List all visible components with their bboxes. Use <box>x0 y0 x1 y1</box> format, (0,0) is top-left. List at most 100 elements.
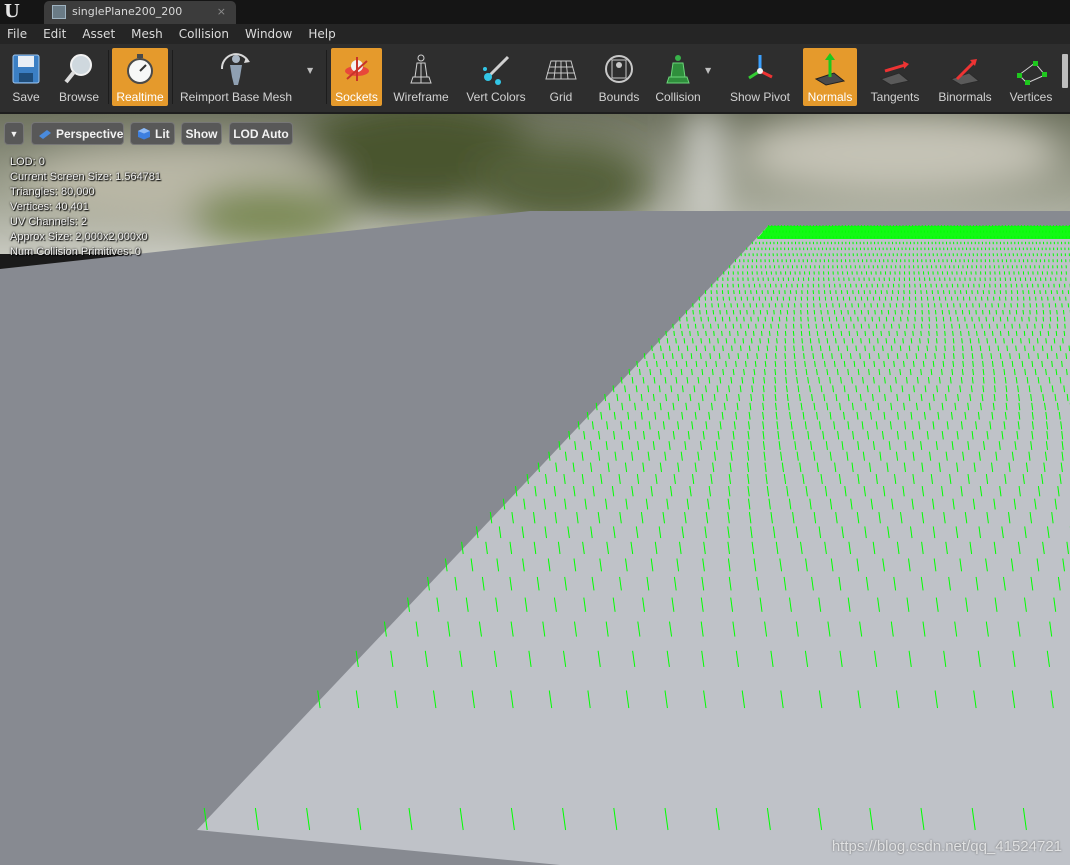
grid-button[interactable]: Grid <box>538 48 584 106</box>
menu-help[interactable]: Help <box>300 24 343 44</box>
normal-line <box>948 309 950 315</box>
show-pivot-button[interactable]: Show Pivot <box>726 48 794 106</box>
normal-line <box>728 316 731 322</box>
toolbar-overflow-handle[interactable] <box>1062 54 1068 88</box>
show-button[interactable]: Show <box>181 122 222 145</box>
menu-mesh[interactable]: Mesh <box>123 24 171 44</box>
normal-line <box>700 338 702 344</box>
lod-auto-button[interactable]: LOD Auto <box>229 122 293 145</box>
normal-line <box>673 330 675 336</box>
perspective-icon <box>39 130 51 139</box>
normal-line <box>903 360 905 367</box>
normal-line <box>838 323 840 329</box>
normal-line <box>775 345 778 352</box>
normal-line <box>704 345 707 352</box>
normal-line <box>1031 360 1034 367</box>
normal-line <box>1015 345 1017 352</box>
normal-line <box>905 323 908 329</box>
asset-tab[interactable]: singlePlane200_200 × <box>44 1 236 24</box>
normal-line <box>994 338 997 344</box>
normal-line <box>1026 323 1028 329</box>
normal-line <box>1003 338 1005 344</box>
normals-button[interactable]: Normals <box>803 48 857 106</box>
normal-line <box>894 309 896 315</box>
normal-line <box>671 353 674 359</box>
normal-line <box>1024 345 1026 352</box>
normal-line <box>689 330 691 336</box>
close-tab-icon[interactable]: × <box>217 5 226 18</box>
collision-button[interactable]: Collision <box>651 48 705 106</box>
normal-line <box>921 323 923 329</box>
magnifier-icon <box>64 54 92 84</box>
sockets-button[interactable]: Sockets <box>331 48 382 106</box>
normal-line <box>649 368 652 376</box>
viewport-options-button[interactable]: ▼ <box>4 122 24 145</box>
normal-line <box>701 368 704 376</box>
normal-line <box>1041 360 1043 367</box>
normal-line <box>952 338 955 344</box>
tangents-button[interactable]: Tangents <box>865 48 925 106</box>
normal-line <box>840 330 843 336</box>
vert-colors-button[interactable]: Vert Colors <box>460 48 532 106</box>
normal-line <box>668 345 671 352</box>
reimport-dropdown-icon[interactable]: ▼ <box>307 66 317 76</box>
normal-line <box>793 345 795 352</box>
normal-line <box>686 345 689 352</box>
normal-line <box>857 368 860 376</box>
normal-line <box>784 330 787 336</box>
normal-line <box>953 353 955 359</box>
normal-line <box>681 353 683 359</box>
normal-line <box>692 309 694 315</box>
collision-dropdown-icon[interactable]: ▼ <box>705 66 715 76</box>
realtime-button[interactable]: Realtime <box>112 48 168 106</box>
menu-edit[interactable]: Edit <box>35 24 74 44</box>
normal-line <box>717 338 719 344</box>
normal-line <box>1003 323 1006 329</box>
perspective-button[interactable]: Perspective <box>31 122 124 145</box>
normal-line <box>725 360 727 367</box>
normal-line <box>1006 345 1008 352</box>
viewport[interactable]: ▼ Perspective Lit Show LOD Auto LOD: 0 C… <box>0 114 1070 865</box>
normal-line <box>639 368 641 376</box>
mesh-stats-overlay: LOD: 0 Current Screen Size: 1.564781 Tri… <box>10 155 161 260</box>
normal-line <box>705 360 708 367</box>
menu-asset[interactable]: Asset <box>74 24 123 44</box>
normal-line <box>1024 368 1026 376</box>
normal-line <box>651 345 653 352</box>
normal-line <box>766 309 768 315</box>
lit-cube-icon <box>138 128 150 140</box>
normal-line <box>1042 309 1045 315</box>
menu-window[interactable]: Window <box>237 24 300 44</box>
normal-line <box>1047 330 1050 336</box>
normal-line <box>969 338 972 344</box>
normal-line <box>646 360 648 367</box>
normal-line <box>883 360 885 367</box>
bounds-button[interactable]: Bounds <box>594 48 644 106</box>
asset-tab-label: singlePlane200_200 <box>72 5 183 18</box>
normal-line <box>1031 330 1034 336</box>
normal-line <box>890 323 893 329</box>
vert-colors-label: Vert Colors <box>466 90 526 104</box>
menu-collision[interactable]: Collision <box>171 24 237 44</box>
wireframe-button[interactable]: Wireframe <box>390 48 452 106</box>
normal-line <box>999 330 1002 336</box>
browse-button[interactable]: Browse <box>54 48 104 106</box>
normal-line <box>1034 323 1036 329</box>
normal-line <box>765 353 768 359</box>
reimport-base-mesh-button[interactable]: Reimport Base Mesh <box>176 48 296 106</box>
normal-line <box>802 345 804 352</box>
vertices-button[interactable]: Vertices <box>1005 48 1057 106</box>
normal-line <box>677 345 680 352</box>
normal-line <box>988 345 991 352</box>
normal-line <box>976 330 978 336</box>
normal-line <box>981 323 983 329</box>
normal-line <box>800 330 803 336</box>
normal-line <box>731 345 733 352</box>
normal-line <box>807 323 810 329</box>
menu-file[interactable]: File <box>0 24 35 44</box>
normal-line <box>794 360 797 367</box>
stat-triangles: Triangles: 80,000 <box>10 186 95 198</box>
binormals-button[interactable]: Binormals <box>933 48 997 106</box>
save-button[interactable]: Save <box>2 48 50 106</box>
lit-button[interactable]: Lit <box>130 122 175 145</box>
